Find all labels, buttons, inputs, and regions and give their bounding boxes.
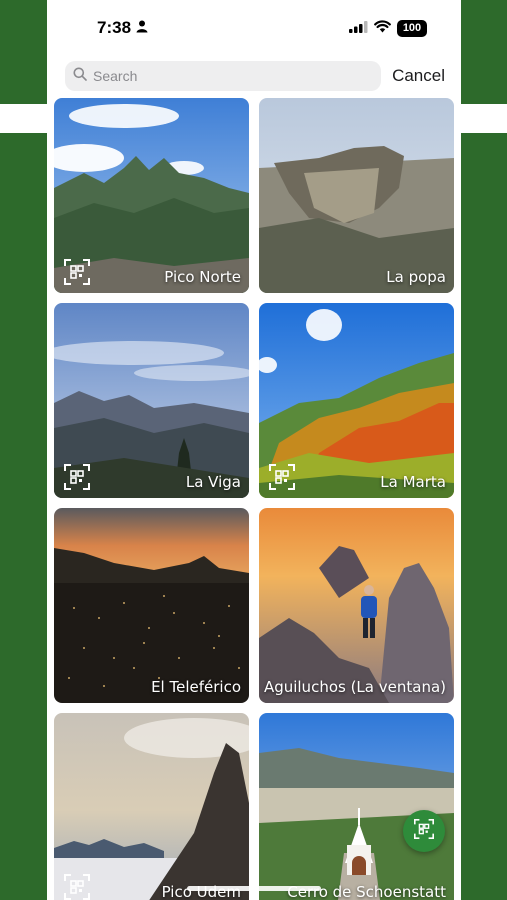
qr-scan-icon — [64, 464, 90, 490]
place-image — [259, 98, 454, 293]
status-time: 7:38 — [97, 18, 132, 37]
search-bar: Cancel — [65, 60, 445, 92]
place-card[interactable]: La Marta — [259, 303, 454, 498]
person-icon — [136, 18, 148, 38]
qr-scan-icon — [413, 818, 435, 844]
place-name: La Viga — [185, 473, 241, 491]
place-image — [259, 713, 454, 900]
place-name: Aguiluchos (La ventana) — [263, 678, 446, 696]
battery-indicator: 100 — [397, 19, 427, 37]
cellular-signal-icon — [349, 18, 368, 38]
place-card[interactable]: Aguiluchos (La ventana) — [259, 508, 454, 703]
place-image — [54, 713, 249, 900]
wifi-icon — [374, 18, 391, 38]
search-input[interactable] — [93, 68, 363, 84]
qr-scan-icon — [64, 259, 90, 285]
place-name: Pico Norte — [164, 268, 241, 286]
cancel-button[interactable]: Cancel — [392, 66, 445, 86]
place-card[interactable]: El Teleférico — [54, 508, 249, 703]
place-card[interactable]: La popa — [259, 98, 454, 293]
home-indicator[interactable] — [187, 886, 321, 891]
place-image — [259, 508, 454, 703]
place-card[interactable]: La Viga — [54, 303, 249, 498]
place-card[interactable]: Pico Norte — [54, 98, 249, 293]
place-name: El Teleférico — [151, 678, 241, 696]
status-bar: 7:38 100 — [47, 0, 461, 56]
places-grid: Pico Norte La popa La Viga La Marta El T… — [54, 98, 454, 900]
place-card[interactable]: Pico Udem — [54, 713, 249, 900]
phone-screen: 7:38 100 Cancel — [47, 0, 461, 900]
place-name: La Marta — [380, 473, 446, 491]
search-field[interactable] — [65, 61, 381, 91]
qr-scan-icon — [64, 874, 90, 900]
qr-scan-button[interactable] — [403, 810, 445, 852]
place-card[interactable]: Cerro de Schoenstatt — [259, 713, 454, 900]
place-name: La popa — [386, 268, 446, 286]
place-image — [54, 508, 249, 703]
search-icon — [73, 67, 87, 86]
qr-scan-icon — [269, 464, 295, 490]
